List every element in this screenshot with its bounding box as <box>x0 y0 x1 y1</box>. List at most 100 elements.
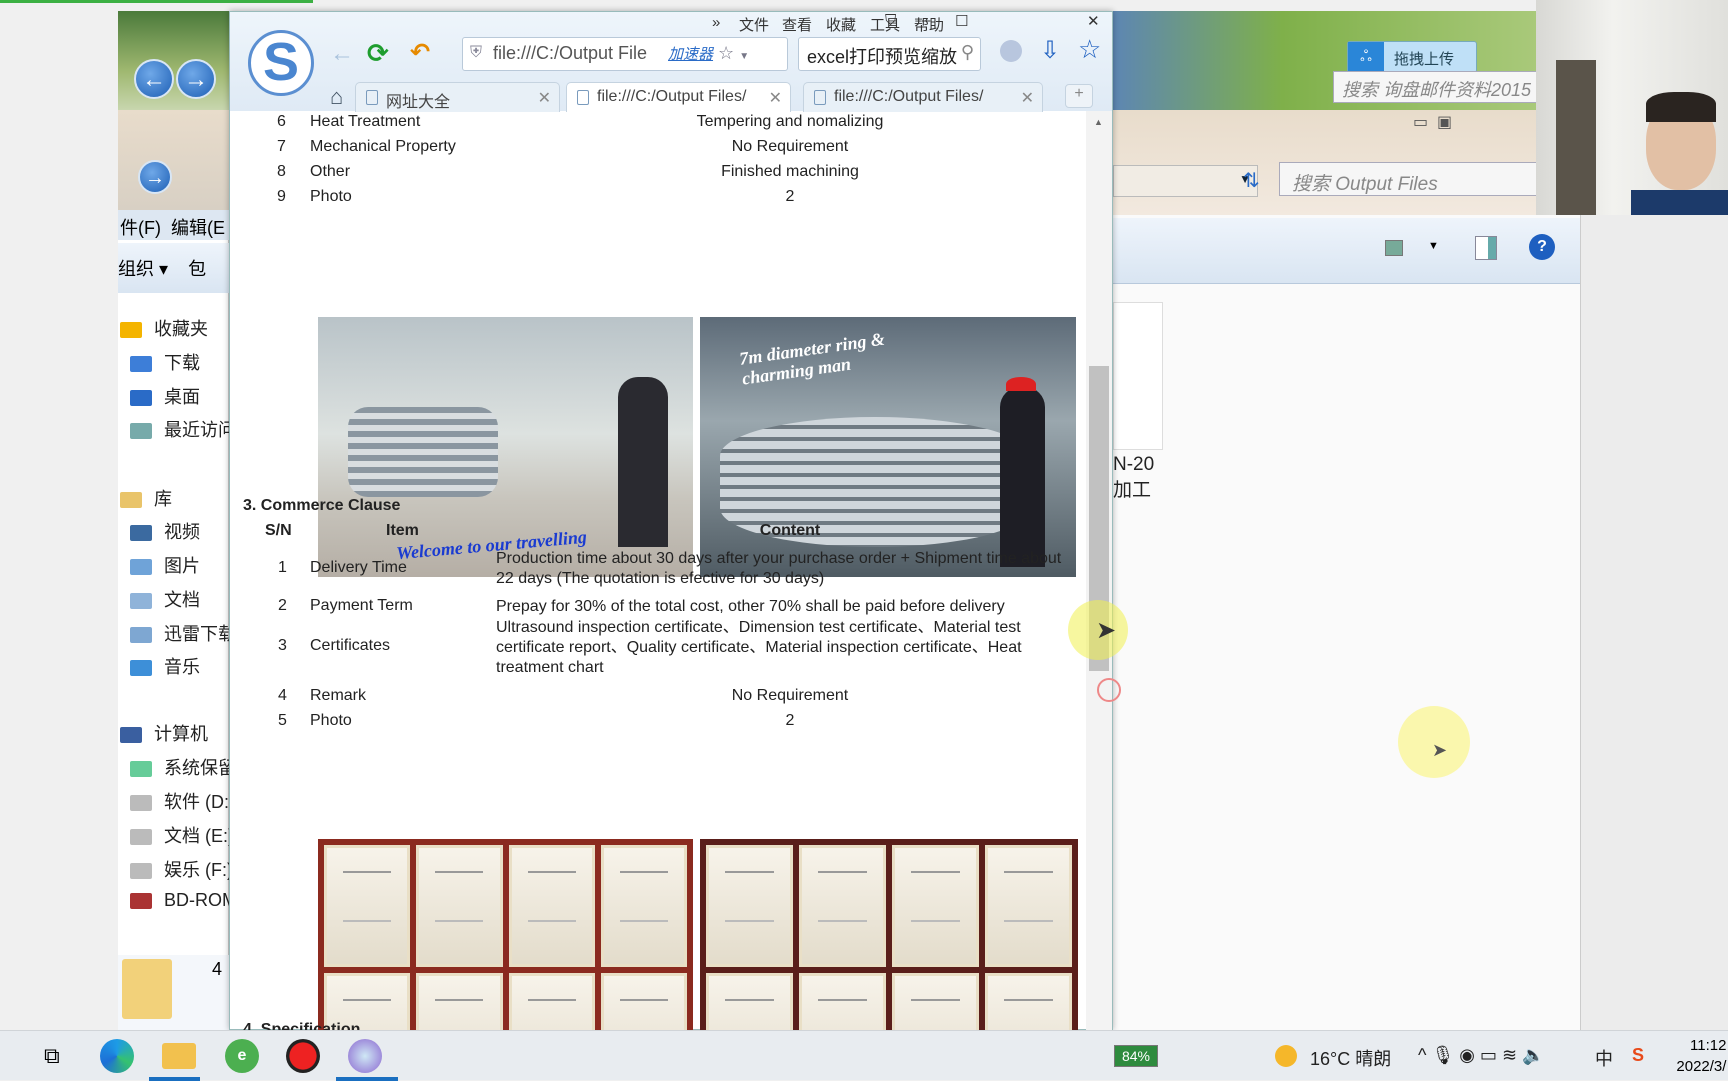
back-icon[interactable]: ← <box>134 59 174 99</box>
weather-text[interactable]: 16°C 晴朗 <box>1310 1045 1391 1071</box>
folder-icon <box>130 423 152 440</box>
record-icon[interactable] <box>286 1039 320 1073</box>
star-icon[interactable]: ☆ <box>718 43 734 63</box>
browser-tab[interactable]: file:///C:/Output Files/✕ <box>566 82 791 112</box>
document-view: 6 Heat Treatment Tempering and nomalizing 7… <box>230 111 1086 1031</box>
accelerator-link[interactable]: 加速器 <box>668 46 713 63</box>
undo-icon[interactable]: ↶ <box>410 38 430 67</box>
ime-indicator[interactable]: 中 <box>1595 1045 1613 1071</box>
sogou-ime-icon[interactable]: S <box>1632 1045 1644 1066</box>
menu-item[interactable]: 收藏 <box>826 14 856 35</box>
address-bar[interactable]: ⛨ file:///C:/Output File 加速器 ☆ ▼ <box>462 37 788 71</box>
menu-edit[interactable]: 编辑(E <box>171 218 225 238</box>
back-arrow-icon[interactable]: ← <box>330 40 354 68</box>
menu-item[interactable]: 文件 <box>739 14 769 35</box>
forward-icon[interactable]: → <box>176 59 216 99</box>
search-input-output[interactable]: 搜索 Output Files <box>1279 162 1579 196</box>
menu-item[interactable]: 查看 <box>782 14 812 35</box>
certificate-thumbnail <box>324 845 411 967</box>
back-icon[interactable]: → <box>138 160 172 194</box>
chevron-down-icon[interactable]: ▼ <box>739 51 749 62</box>
nav-tree-item[interactable]: 计算机 <box>120 720 229 746</box>
task-view-icon[interactable]: ⧉ <box>44 1043 60 1069</box>
clock-app-icon[interactable] <box>348 1039 382 1073</box>
view-icon[interactable] <box>1385 240 1403 256</box>
desktop-strip <box>1580 215 1728 1030</box>
close-tab-icon[interactable]: ✕ <box>1021 88 1034 108</box>
nav-tree-item[interactable]: 系统保留 <box>130 754 229 780</box>
close-button[interactable]: ✕ <box>1087 12 1100 30</box>
refresh-icon[interactable]: ⟳ <box>367 38 389 69</box>
nav-tree-item[interactable]: BD-ROM <box>130 890 229 911</box>
menu-file[interactable]: 件(F) <box>120 218 161 238</box>
certificate-thumbnail <box>706 845 793 967</box>
folder-icon <box>130 761 152 778</box>
folder-icon <box>130 593 152 610</box>
table-row: 8 Other Finished machining <box>277 163 859 180</box>
ie-browser-icon[interactable]: e <box>225 1039 259 1073</box>
nav-tree-item[interactable]: 文档 (E:) <box>130 822 229 848</box>
nav-tree-item[interactable]: 下载 <box>130 349 229 375</box>
explorer-toolbar: ▼ ? <box>1113 218 1580 284</box>
minimize-button[interactable]: – <box>922 12 930 29</box>
file-label[interactable]: N-20 加工 <box>1113 452 1154 504</box>
folder-icon <box>130 893 152 910</box>
section-title-commerce: 3. Commerce Clause <box>243 497 401 514</box>
preview-pane-icon[interactable] <box>1475 236 1497 260</box>
nav-tree-item[interactable]: 娱乐 (F:) <box>130 856 229 882</box>
nav-tree-item[interactable]: 软件 (D:) <box>130 788 229 814</box>
skin-icon[interactable]: ⛉ <box>885 12 896 29</box>
maximize-button[interactable]: ☐ <box>955 12 968 30</box>
nav-tree-item[interactable]: 收藏夹 <box>120 315 229 341</box>
more-icon[interactable] <box>1000 40 1022 62</box>
page-icon <box>814 90 826 105</box>
home-icon[interactable]: ⌂ <box>330 84 343 110</box>
search-input[interactable]: excel打印预览缩放 ⚲ <box>798 37 981 71</box>
certificate-thumbnail <box>892 845 979 967</box>
header-content: Content <box>759 522 821 539</box>
folder-icon <box>130 559 152 576</box>
address-text: file:///C:/Output File <box>493 43 648 63</box>
favorites-star-icon[interactable]: ☆ <box>1078 34 1101 65</box>
cloud-icon: ஃ <box>1348 42 1384 72</box>
search-icon[interactable]: ⚲ <box>961 42 974 63</box>
close-tab-icon[interactable]: ✕ <box>769 88 782 108</box>
vertical-scrollbar[interactable]: ▲ <box>1086 111 1112 1031</box>
mouse-cursor-icon: ➤ <box>1096 617 1117 644</box>
certificate-thumbnail <box>416 845 503 967</box>
organize-button[interactable]: 组织 ▾ <box>118 259 168 279</box>
help-icon[interactable]: ? <box>1529 234 1555 260</box>
edge-icon[interactable] <box>100 1039 134 1073</box>
nav-tree-item[interactable]: 文档 <box>130 586 229 612</box>
clock[interactable]: 11:12 2022/3/ <box>1676 1035 1726 1077</box>
browser-tab[interactable]: 网址大全 ✕ <box>355 82 560 112</box>
battery-indicator[interactable]: 84% <box>1114 1045 1158 1067</box>
folder-icon <box>130 829 152 846</box>
browser-tab[interactable]: file:///C:/Output Files/✕ <box>803 82 1043 112</box>
nav-tree-item[interactable]: 库 <box>120 485 229 511</box>
menu-item[interactable]: » <box>712 14 720 31</box>
folder-icon <box>120 322 142 339</box>
download-icon[interactable]: ⇩ <box>1040 36 1060 65</box>
nav-tree-item[interactable]: 图片 <box>130 552 229 578</box>
file-thumbnail[interactable] <box>1113 302 1163 450</box>
table-row: 5 Photo 2 <box>278 712 795 729</box>
show-hidden-icons[interactable]: ^ 🎙 ◉ ▭ ≋ 🔈 <box>1418 1045 1545 1066</box>
refresh-icon[interactable]: ⇅ <box>1243 168 1260 193</box>
new-tab-button[interactable]: + <box>1065 84 1093 108</box>
item-count: 4 <box>212 959 223 979</box>
nav-tree-item[interactable]: 最近访问 <box>130 416 229 442</box>
scroll-up-arrow[interactable]: ▲ <box>1094 117 1103 127</box>
include-button[interactable]: 包 <box>188 259 206 279</box>
nav-tree-item[interactable]: 音乐 <box>130 653 229 679</box>
nav-tree-item[interactable]: 视频 <box>130 518 229 544</box>
file-explorer-icon[interactable] <box>162 1043 196 1069</box>
nav-tree-item[interactable]: 桌面 <box>130 383 229 409</box>
page-icon <box>577 90 589 105</box>
certificate-thumbnail <box>600 845 687 967</box>
nav-tree-item[interactable]: 迅雷下载 <box>130 620 229 646</box>
search-input-inquiry[interactable]: 搜索 询盘邮件资料2015 <box>1333 71 1543 103</box>
close-tab-icon[interactable]: ✕ <box>538 88 551 108</box>
upload-button[interactable]: ஃ 拖拽上传 <box>1347 41 1477 73</box>
chevron-down-icon[interactable]: ▼ <box>1428 240 1439 252</box>
